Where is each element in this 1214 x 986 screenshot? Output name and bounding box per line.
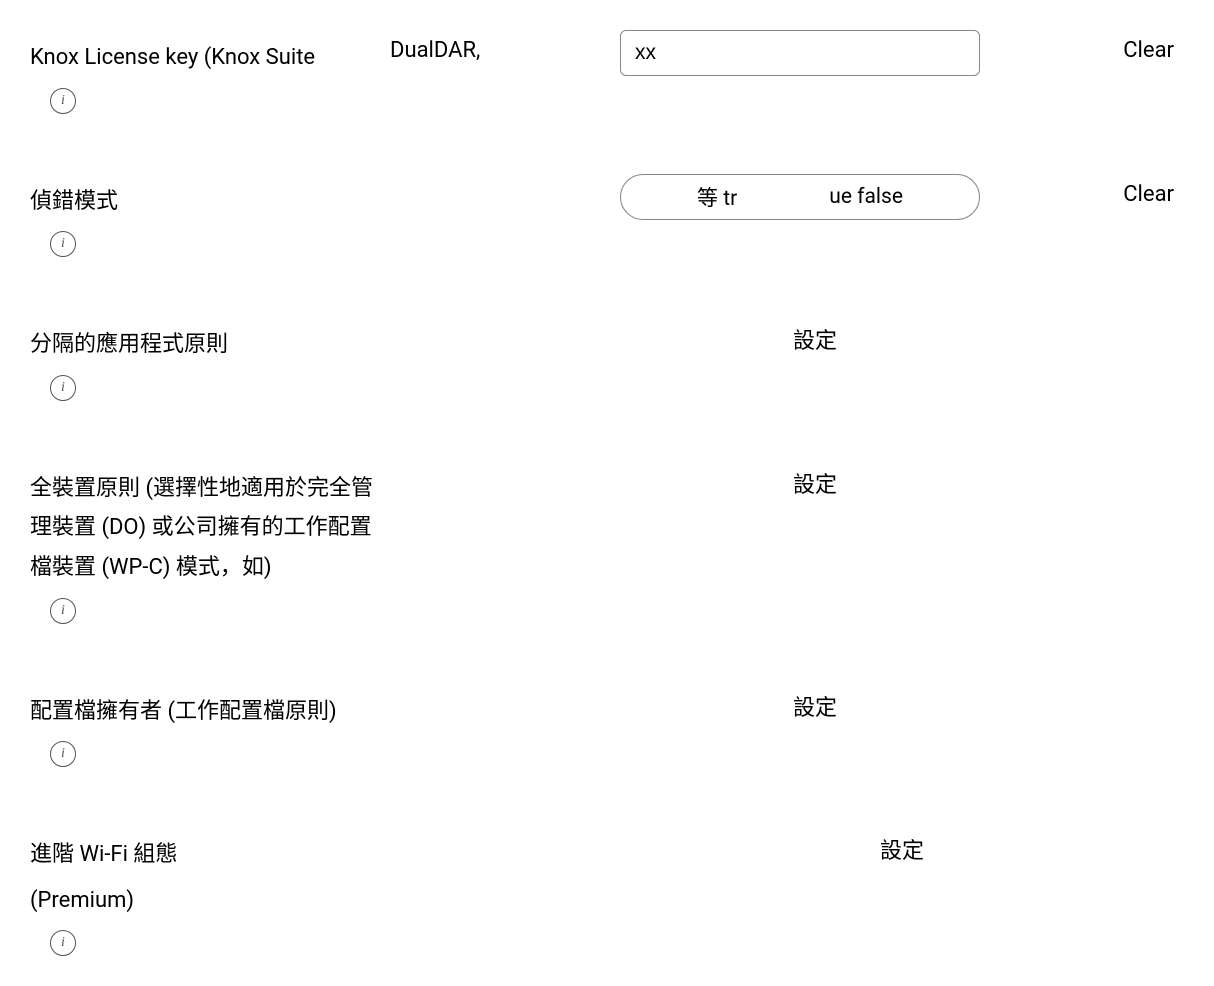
control-col — [620, 30, 1010, 76]
hint-col — [390, 174, 610, 182]
profile-owner-label: 配置檔擁有者 (工作配置檔原則) — [30, 692, 380, 732]
control-col: 設定 — [620, 827, 1184, 865]
action-col: Clear — [1020, 30, 1184, 63]
device-wide-label: 全裝置原則 (選擇性地適用於完全管理裝置 (DO) 或公司擁有的工作配置檔裝置 … — [30, 469, 380, 588]
label-col: 偵錯模式 i — [30, 174, 380, 258]
debug-mode-toggle[interactable]: 等 tr ue false — [620, 174, 980, 220]
info-icon[interactable]: i — [50, 231, 76, 257]
label-col: 全裝置原則 (選擇性地適用於完全管理裝置 (DO) 或公司擁有的工作配置檔裝置 … — [30, 461, 380, 624]
label-col: 分隔的應用程式原則 i — [30, 317, 380, 401]
control-col: 設定 — [620, 461, 1010, 499]
row-knox-license: Knox License key (Knox Suite i DualDAR, … — [30, 30, 1184, 114]
configure-button[interactable]: 設定 — [793, 690, 837, 722]
knox-license-label: Knox License key (Knox Suite — [30, 38, 380, 78]
pill-right: ue false — [829, 185, 903, 209]
control-col: 設定 — [620, 684, 1010, 722]
hint-col — [390, 461, 610, 469]
info-icon[interactable]: i — [50, 930, 76, 956]
row-separated-apps: 分隔的應用程式原則 i 設定 — [30, 317, 1184, 401]
action-col — [1020, 317, 1184, 325]
label-col: 進階 Wi-Fi 組態 (Premium) i — [30, 827, 380, 956]
hint-col — [390, 317, 610, 325]
separated-apps-label: 分隔的應用程式原則 — [30, 325, 380, 365]
knox-license-input[interactable] — [620, 30, 980, 76]
action-col — [1020, 461, 1184, 469]
debug-mode-label: 偵錯模式 — [30, 182, 380, 222]
info-icon[interactable]: i — [50, 741, 76, 767]
row-profile-owner: 配置檔擁有者 (工作配置檔原則) i 設定 — [30, 684, 1184, 768]
action-col — [1020, 684, 1184, 692]
advanced-wifi-label-line2: (Premium) — [30, 881, 380, 921]
advanced-wifi-label-line1: 進階 Wi-Fi 組態 — [30, 835, 380, 875]
row-debug-mode: 偵錯模式 i 等 tr ue false Clear — [30, 174, 1184, 258]
clear-button[interactable]: Clear — [1123, 182, 1174, 207]
control-col: 等 tr ue false — [620, 174, 1010, 220]
configure-button[interactable]: 設定 — [880, 833, 924, 865]
info-icon[interactable]: i — [50, 375, 76, 401]
knox-license-hint: DualDAR, — [390, 30, 610, 63]
control-col: 設定 — [620, 317, 1010, 355]
configure-button[interactable]: 設定 — [793, 467, 837, 499]
hint-col — [390, 684, 610, 692]
row-advanced-wifi: 進階 Wi-Fi 組態 (Premium) i 設定 — [30, 827, 1184, 956]
info-icon[interactable]: i — [50, 598, 76, 624]
action-col: Clear — [1020, 174, 1184, 207]
clear-button[interactable]: Clear — [1123, 38, 1174, 63]
row-device-wide: 全裝置原則 (選擇性地適用於完全管理裝置 (DO) 或公司擁有的工作配置檔裝置 … — [30, 461, 1184, 624]
label-col: Knox License key (Knox Suite i — [30, 30, 380, 114]
hint-col — [390, 827, 610, 835]
configure-button[interactable]: 設定 — [793, 323, 837, 355]
pill-left: 等 tr — [697, 182, 737, 212]
label-col: 配置檔擁有者 (工作配置檔原則) i — [30, 684, 380, 768]
info-icon[interactable]: i — [50, 88, 76, 114]
